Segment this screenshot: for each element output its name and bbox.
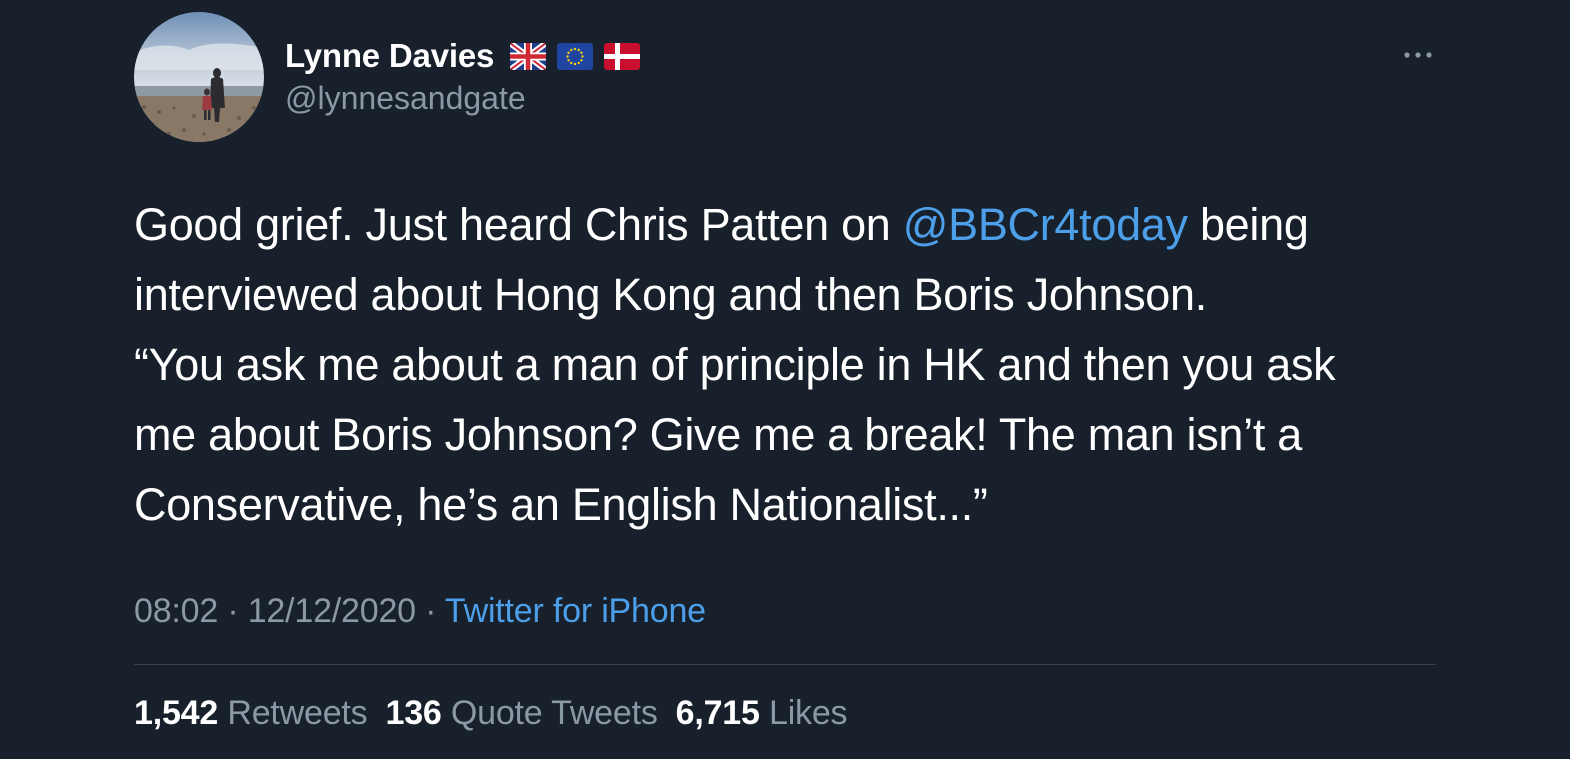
tweet-text-line: me about Boris Johnson? Give me a break!… [134,409,1302,460]
avatar[interactable] [134,12,264,142]
tweet-text-segment: Good grief. Just heard Chris Patten on [134,199,903,250]
tweet-text-line: “You ask me about a man of principle in … [134,339,1336,390]
retweets-count: 1,542 [134,694,219,732]
retweets-label: Retweets [227,694,368,732]
likes-label: Likes [768,694,848,732]
tweet-text-line: interviewed about Hong Kong and then Bor… [134,269,1207,320]
more-options-icon [1404,52,1432,58]
tweet-source-link[interactable]: Twitter for iPhone [445,592,706,630]
quote-tweets-count: 136 [385,694,442,732]
more-options-button[interactable] [1400,38,1436,70]
denmark-flag-icon [604,42,641,70]
tweet-text-line: Good grief. Just heard Chris Patten on @… [134,190,1436,260]
quote-tweets-label: Quote Tweets [450,694,658,732]
tweet-date[interactable]: 12/12/2020 [248,592,416,630]
tweet-meta: 08:02 · 12/12/2020 · Twitter for iPhone [134,592,706,631]
user-name-row: Lynne Davies [285,34,641,78]
flag-emojis [510,42,641,70]
divider [134,664,1436,665]
likes-count: 6,715 [675,694,760,732]
tweet-text: Good grief. Just heard Chris Patten on @… [134,190,1436,540]
tweet-time[interactable]: 08:02 [134,592,218,630]
tweet-text-line: Conservative, he’s an English Nationalis… [134,479,988,530]
tweet-detail: Lynne Davies @lynnesandgate Good grief. … [134,0,1436,759]
likes-stat[interactable]: 6,715 Likes [676,694,848,733]
meta-separator: · [227,592,239,630]
eu-flag-icon [557,42,594,70]
meta-separator: · [425,592,437,630]
quote-tweets-stat[interactable]: 136 Quote Tweets [385,694,657,733]
display-name[interactable]: Lynne Davies [285,37,494,75]
mention-link[interactable]: @BBCr4today [903,199,1188,250]
tweet-stats: 1,542 Retweets 136 Quote Tweets 6,715 Li… [134,694,848,733]
uk-flag-icon [510,42,547,70]
user-handle[interactable]: @lynnesandgate [285,80,526,117]
retweets-stat[interactable]: 1,542 Retweets [134,694,368,733]
tweet-text-segment: being [1187,199,1309,250]
